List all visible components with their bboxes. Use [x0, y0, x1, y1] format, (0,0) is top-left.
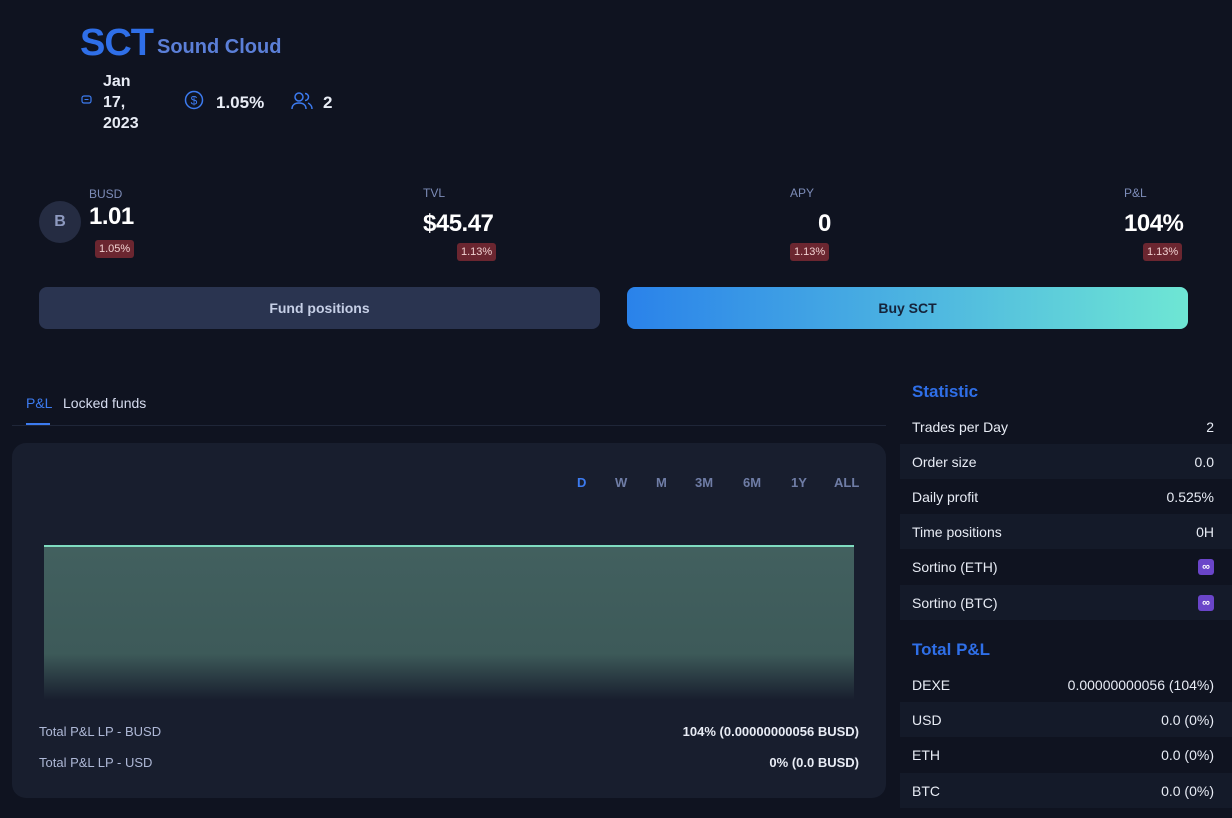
- calendar-icon: [81, 92, 92, 110]
- pnl-asset-value: 0.0 (0%): [1161, 746, 1214, 763]
- pnl-area-fill: [44, 546, 854, 700]
- buy-token-button[interactable]: Buy SCT: [627, 287, 1188, 329]
- tvl-change-badge: 1.13%: [457, 243, 497, 261]
- stat-row: Daily profit 0.525%: [900, 479, 1232, 514]
- stat-label: Daily profit: [912, 488, 979, 505]
- dollar-coin-icon: $: [184, 90, 204, 115]
- fund-positions-button[interactable]: Fund positions: [39, 287, 600, 329]
- pnl-row: BTC 0.0 (0%): [900, 773, 1232, 808]
- investors-icon: [291, 91, 313, 116]
- stat-label: Order size: [912, 453, 977, 470]
- stat-row: Time positions 0H: [900, 514, 1232, 549]
- pnl-asset-value: 0.0 (0%): [1161, 782, 1214, 799]
- pnl-value: 104%: [1124, 210, 1184, 237]
- infinity-icon: ∞: [1198, 594, 1214, 611]
- svg-text:$: $: [191, 94, 198, 108]
- stat-value: 0.525%: [1166, 488, 1214, 505]
- stat-row: Order size 0.0: [900, 444, 1232, 479]
- tvl-value: $45.47: [423, 210, 494, 237]
- stat-label: Sortino (ETH): [912, 558, 998, 575]
- stat-row: Trades per Day 2: [900, 409, 1232, 444]
- pnl-row: DEXE 0.00000000056 (104%): [900, 667, 1232, 702]
- base-token-price: 1.01: [89, 203, 134, 230]
- stat-label: Trades per Day: [912, 418, 1008, 435]
- period-all[interactable]: ALL: [834, 475, 859, 490]
- active-tab-indicator: [26, 423, 50, 425]
- base-token-label: BUSD: [89, 187, 123, 201]
- fund-created-date: Jan 17, 2023: [103, 73, 139, 132]
- tab-pnl[interactable]: P&L: [26, 395, 52, 411]
- pnl-asset-label: ETH: [912, 746, 940, 763]
- tab-locked-funds[interactable]: Locked funds: [63, 395, 146, 411]
- investors-count: 2: [323, 93, 333, 112]
- pnl-asset-label: DEXE: [912, 676, 951, 693]
- apy-value: 0: [818, 210, 831, 237]
- fund-ticker: SCT: [80, 22, 154, 64]
- statistic-title: Statistic: [912, 382, 979, 401]
- pnl-area-chart: [44, 545, 854, 700]
- fund-rate: 1.05%: [216, 93, 265, 112]
- total-pnl-title: Total P&L: [912, 640, 991, 659]
- pnl-asset-label: USD: [912, 711, 942, 728]
- stat-row: Sortino (ETH) ∞: [900, 549, 1232, 584]
- apy-label: APY: [790, 186, 815, 200]
- pnl-asset-value: 0.0 (0%): [1161, 711, 1214, 728]
- tvl-label: TVL: [423, 186, 446, 200]
- infinity-icon: ∞: [1198, 558, 1214, 575]
- fund-name: Sound Cloud: [157, 36, 282, 58]
- lp-busd-value: 104% (0.00000000056 BUSD): [682, 724, 859, 739]
- lp-busd-label: Total P&L LP - BUSD: [39, 724, 162, 739]
- period-6-months[interactable]: 6M: [743, 475, 761, 490]
- stat-label: Sortino (BTC): [912, 594, 998, 611]
- stat-value: 0.0: [1194, 453, 1214, 470]
- period-1-year[interactable]: 1Y: [791, 475, 807, 490]
- base-token-avatar: B: [39, 201, 81, 243]
- pnl-label: P&L: [1124, 186, 1147, 200]
- stat-value: 0H: [1196, 523, 1214, 540]
- pnl-row: USD 0.0 (0%): [900, 702, 1232, 737]
- tabs-divider: [12, 425, 886, 426]
- period-day[interactable]: D: [577, 475, 586, 490]
- period-month[interactable]: M: [656, 475, 667, 490]
- pnl-asset-label: BTC: [912, 782, 940, 799]
- period-3-months[interactable]: 3M: [695, 475, 713, 490]
- lp-usd-label: Total P&L LP - USD: [39, 755, 153, 770]
- pnl-asset-value: 0.00000000056 (104%): [1067, 676, 1214, 693]
- lp-usd-value: 0% (0.0 BUSD): [769, 755, 859, 770]
- base-token-change-badge: 1.05%: [95, 240, 135, 258]
- pnl-change-badge: 1.13%: [1143, 243, 1183, 261]
- period-week[interactable]: W: [615, 475, 627, 490]
- pnl-row: ETH 0.0 (0%): [900, 737, 1232, 772]
- stat-label: Time positions: [912, 523, 1002, 540]
- apy-change-badge: 1.13%: [790, 243, 830, 261]
- stat-row: Sortino (BTC) ∞: [900, 585, 1232, 620]
- stat-value: 2: [1206, 418, 1214, 435]
